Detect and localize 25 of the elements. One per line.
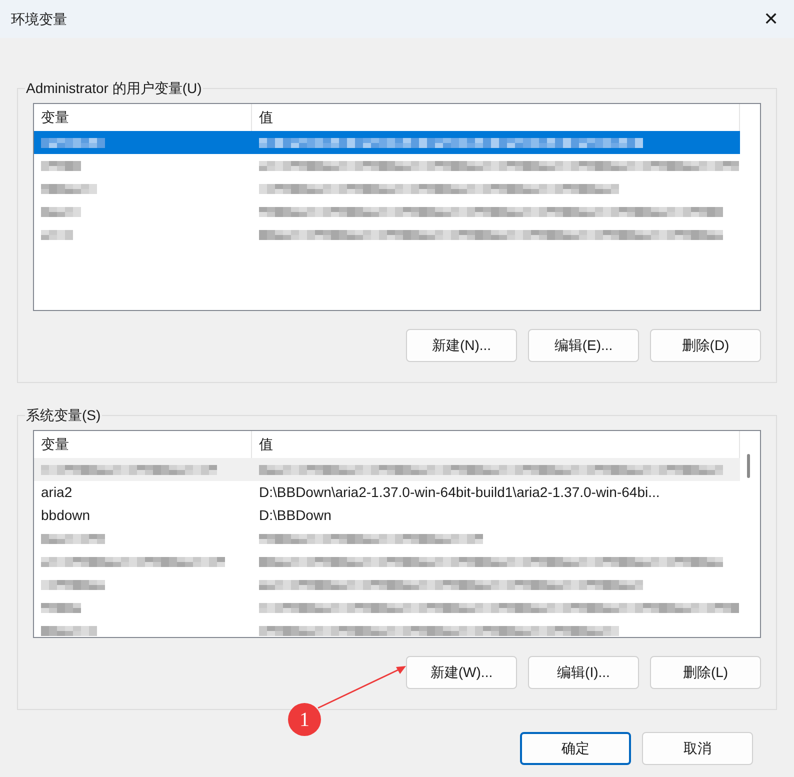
- variable-list[interactable]: 变量 值 aria2 D:\BBDown\aria2-1.37.0-win-64bit-build1\aria2-1.37.0-win-64bi... bbdown D:\BBDown: [33, 430, 761, 638]
- action-button[interactable]: 新建(W)...: [406, 656, 517, 689]
- blurred-text: [41, 204, 81, 218]
- action-button[interactable]: 编辑(E)...: [528, 329, 639, 362]
- action-button[interactable]: 编辑(I)...: [528, 656, 639, 689]
- dialog-button[interactable]: 取消: [642, 732, 753, 765]
- step-badge: 1: [288, 703, 321, 736]
- blurred-text: [41, 158, 83, 172]
- window-title: 环境变量: [11, 10, 67, 28]
- blurred-text: [41, 600, 83, 614]
- scrollbar-thumb[interactable]: [747, 454, 750, 478]
- variable-value: D:\BBDown\aria2-1.37.0-win-64bit-build1\aria2-1.37.0-win-64bi...: [258, 483, 661, 502]
- group-label: 系统变量(S): [25, 406, 102, 425]
- selected-row[interactable]: [34, 458, 740, 481]
- action-button[interactable]: 删除(L): [650, 656, 761, 689]
- variable-list[interactable]: 变量 值: [33, 103, 761, 311]
- selected-row[interactable]: [34, 131, 740, 154]
- dialog-button[interactable]: 确定: [520, 732, 631, 765]
- variable-value: D:\BBDown: [258, 506, 332, 525]
- action-button[interactable]: 新建(N)...: [406, 329, 517, 362]
- action-button[interactable]: 删除(D): [650, 329, 761, 362]
- group-label: Administrator 的用户变量(U): [25, 79, 203, 98]
- variable-name: bbdown: [40, 506, 92, 525]
- close-button[interactable]: ✕: [748, 0, 794, 38]
- variable-name: aria2: [40, 483, 74, 502]
